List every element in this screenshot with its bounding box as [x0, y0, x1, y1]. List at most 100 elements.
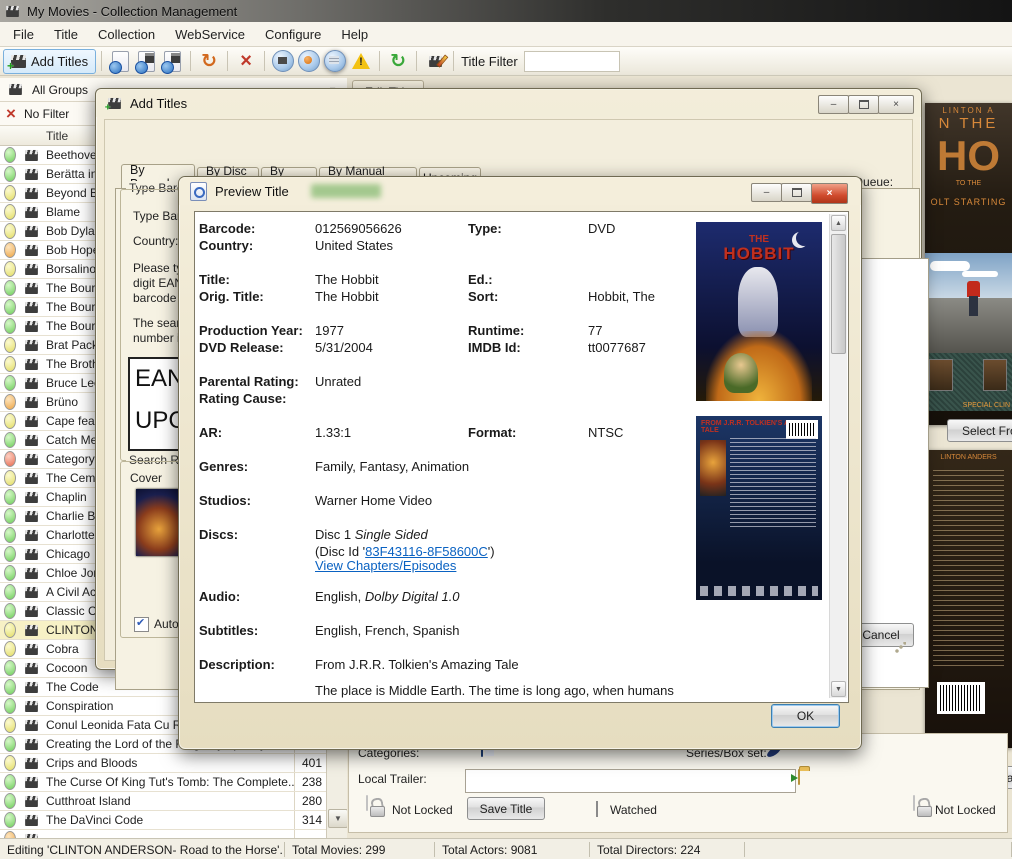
- disc-document-icon[interactable]: [134, 49, 158, 73]
- clapperboard-icon: [20, 434, 43, 447]
- webservice-title-icon[interactable]: [271, 49, 295, 73]
- unlock-icon-right[interactable]: [913, 795, 915, 811]
- help-text: Please ty: [133, 261, 182, 275]
- list-item[interactable]: [0, 830, 326, 838]
- save-document-icon: [164, 51, 181, 72]
- status-badge: [0, 831, 20, 838]
- status-badge: [0, 793, 20, 809]
- my-movies-app: { "window": { "title": "My Movies - Coll…: [0, 0, 1012, 859]
- search-result-cover-thumb[interactable]: [136, 489, 182, 556]
- clapperboard-icon: [20, 149, 43, 162]
- watched-label: Watched: [610, 803, 657, 817]
- preview-link[interactable]: 83F43116-8F58600C: [365, 544, 488, 559]
- update-icon[interactable]: ↻: [197, 49, 221, 73]
- delete-icon[interactable]: ×: [234, 49, 258, 73]
- edit-title-tool-icon[interactable]: [423, 49, 447, 73]
- scroll-up-icon[interactable]: ▲: [831, 215, 846, 231]
- front-cover-image[interactable]: LINTON A N THE HO TO THE OLT STARTING SP…: [925, 103, 1012, 425]
- app-icon: [6, 5, 19, 16]
- automatic-checkbox[interactable]: [134, 617, 149, 632]
- cover-text: LINTON A: [925, 106, 1012, 115]
- list-item[interactable]: The Curse Of King Tut's Tomb: The Comple…: [0, 773, 326, 792]
- unlock-icon[interactable]: [366, 795, 368, 811]
- list-item-title: Cutthroat Island: [43, 794, 294, 808]
- preview-minimize-button[interactable]: –: [751, 183, 782, 202]
- list-item[interactable]: Crips and Bloods401: [0, 754, 326, 773]
- refresh-icon[interactable]: ↻: [386, 49, 410, 73]
- preview-link[interactable]: View Chapters/Episodes: [315, 558, 456, 573]
- preview-close-button[interactable]: ×: [811, 183, 848, 204]
- web-document-icon[interactable]: [108, 49, 132, 73]
- menu-item-file[interactable]: File: [4, 24, 43, 45]
- preview-value: DVD: [588, 221, 615, 236]
- menu-item-help[interactable]: Help: [332, 24, 377, 45]
- add-titles-button[interactable]: Add Titles: [3, 49, 96, 74]
- clapperboard-icon: [20, 529, 43, 542]
- cover-text: N THE: [925, 115, 1012, 132]
- clapperboard-icon: [20, 320, 43, 333]
- resize-grip[interactable]: [894, 642, 906, 654]
- browse-folder-icon[interactable]: [798, 769, 800, 785]
- cover-art: [967, 281, 980, 297]
- hobbit-front-cover-image[interactable]: THE HOBBIT: [696, 222, 822, 401]
- preview-value: tt0077687: [588, 340, 646, 355]
- preview-field-label: Title:: [199, 272, 230, 287]
- preview-value: 1977: [315, 323, 344, 338]
- preview-field-label: Parental Rating:: [199, 374, 299, 389]
- status-badge: [0, 356, 20, 372]
- warning-icon: [351, 52, 371, 70]
- title-filter-label: Title Filter: [461, 54, 518, 69]
- list-item[interactable]: The DaVinci Code314: [0, 811, 326, 830]
- scrollbar-thumb[interactable]: [831, 234, 846, 354]
- cover-text: HOBBIT: [696, 244, 822, 264]
- list-item[interactable]: Cutthroat Island280: [0, 792, 326, 811]
- preview-scrollbar[interactable]: ▲ ▼: [829, 214, 847, 698]
- preview-field-row: The place is Middle Earth. The time is l…: [199, 683, 693, 700]
- cover-text: SPECIAL CLIN: [963, 402, 1010, 409]
- title-filter-input[interactable]: [524, 51, 620, 72]
- preview-field-label: Subtitles:: [199, 623, 258, 638]
- save-document-icon[interactable]: [160, 49, 184, 73]
- clapperboard-icon: [20, 168, 43, 181]
- select-front-label: Select Fro: [962, 424, 1012, 438]
- menu-item-webservice[interactable]: WebService: [166, 24, 254, 45]
- scroll-down-icon[interactable]: ▼: [328, 809, 348, 828]
- list-item-title: Crips and Bloods: [43, 756, 294, 770]
- hobbit-back-cover-image[interactable]: FROM J.R.R. TOLKIEN'S AMAZING TALE: [696, 416, 822, 600]
- watched-checkbox[interactable]: [596, 801, 598, 817]
- status-badge: [0, 280, 20, 296]
- cover-art: [933, 470, 1004, 670]
- preview-field-label: Description:: [199, 657, 275, 672]
- minimize-button[interactable]: –: [818, 95, 849, 114]
- webservice-person-icon[interactable]: [297, 49, 321, 73]
- select-front-button[interactable]: Select Fro: [947, 419, 1012, 442]
- save-title-button[interactable]: Save Title: [467, 797, 545, 820]
- clapperboard-icon: [20, 681, 43, 694]
- status-badge: [0, 736, 20, 752]
- scroll-down-icon[interactable]: ▼: [831, 681, 846, 697]
- add-titles-dialog-titlebar[interactable]: Add Titles: [96, 89, 921, 117]
- menu-item-collection[interactable]: Collection: [89, 24, 164, 45]
- menu-item-title[interactable]: Title: [45, 24, 87, 45]
- menu-item-configure[interactable]: Configure: [256, 24, 330, 45]
- status-badge: [0, 565, 20, 581]
- no-filter-icon: ×: [6, 105, 16, 122]
- local-trailer-input[interactable]: [465, 769, 796, 793]
- close-button[interactable]: ×: [878, 95, 914, 114]
- back-cover-image[interactable]: LINTON ANDERS: [925, 450, 1012, 748]
- status-badge: [0, 185, 20, 201]
- toolbar: Add Titles ↻ × ↻ Title Filter: [0, 47, 1012, 76]
- ok-button[interactable]: OK: [771, 704, 840, 728]
- not-locked-label: Not Locked: [392, 803, 453, 817]
- maximize-button[interactable]: [848, 95, 879, 114]
- preview-field-row: DVD Release:5/31/2004IMDB Id:tt0077687: [199, 340, 693, 357]
- preview-value: (Disc Id ': [315, 544, 365, 559]
- status-badge: [0, 489, 20, 505]
- warning-icon[interactable]: [349, 49, 373, 73]
- help-text: The sear: [133, 316, 180, 330]
- preview-value: 012569056626: [315, 221, 402, 236]
- webservice-cover-icon[interactable]: [323, 49, 347, 73]
- status-badge: [0, 812, 20, 828]
- preview-maximize-button[interactable]: [781, 183, 812, 202]
- clapperboard-icon: [20, 662, 43, 675]
